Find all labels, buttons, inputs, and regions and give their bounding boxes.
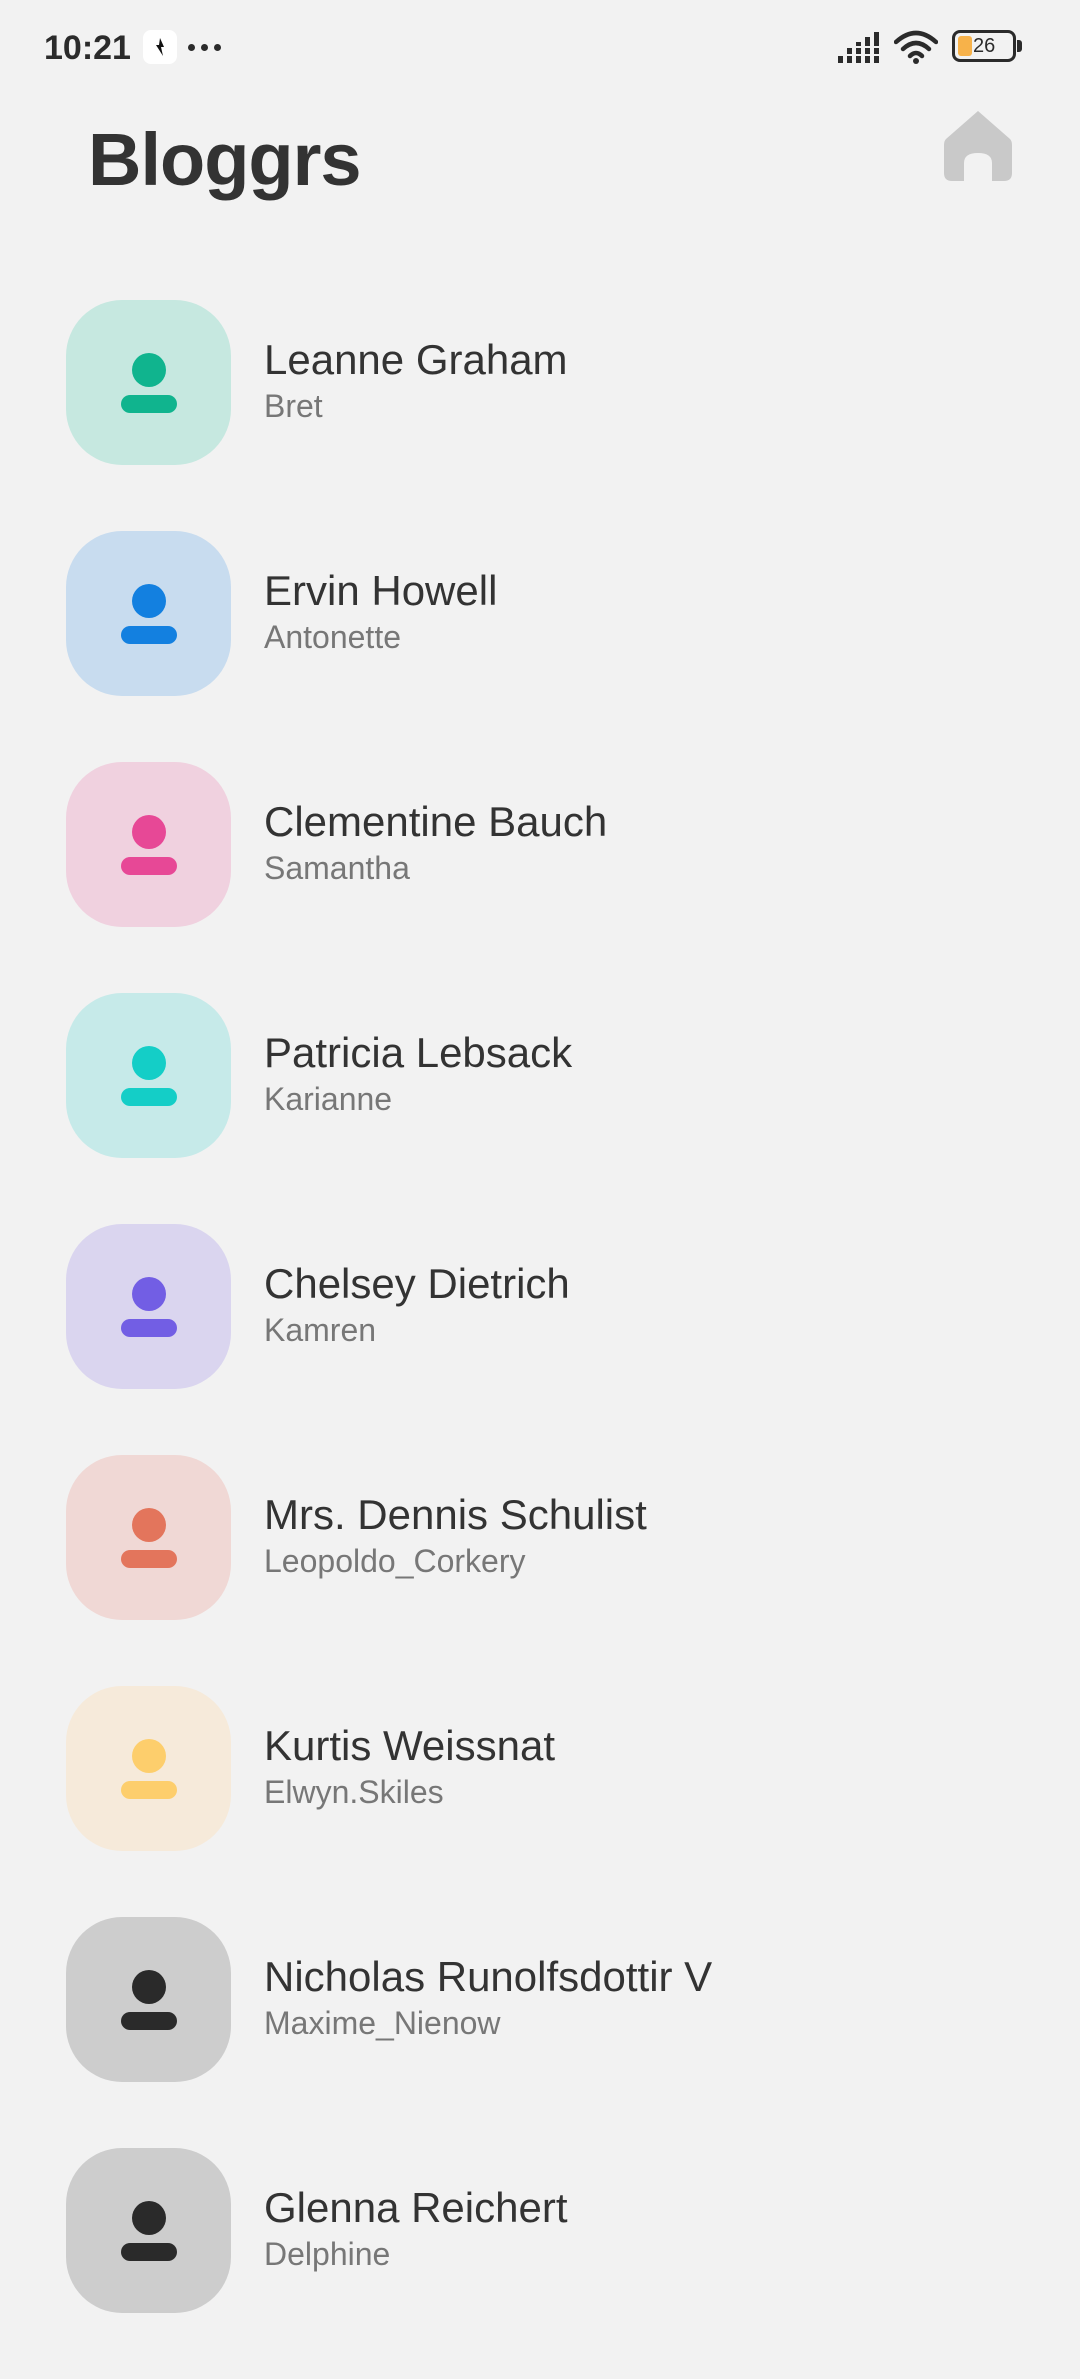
user-username: Maxime_Nienow (264, 2005, 501, 2041)
status-bar: 10:21 26 (0, 0, 1080, 96)
user-list-item[interactable]: Clementine Bauch Samantha (0, 762, 1080, 993)
user-name: Ervin Howell (264, 567, 498, 614)
user-name: Kurtis Weissnat (264, 1722, 555, 1769)
user-username: Delphine (264, 2236, 391, 2272)
person-icon (120, 1507, 177, 1568)
person-icon (120, 352, 177, 413)
status-time: 10:21 (44, 29, 131, 67)
person-icon (120, 1969, 177, 2030)
user-username: Bret (264, 388, 323, 424)
user-avatar[interactable] (66, 1917, 231, 2082)
user-username: Kamren (264, 1312, 377, 1348)
user-username: Elwyn.Skiles (264, 1774, 444, 1810)
person-icon (120, 583, 177, 644)
user-avatar[interactable] (66, 993, 231, 1158)
person-icon (120, 814, 177, 875)
user-username: Karianne (264, 1081, 393, 1117)
user-name: Mrs. Dennis Schulist (264, 1491, 647, 1538)
battery-icon: 26 (952, 30, 1022, 62)
user-name: Chelsey Dietrich (264, 1260, 570, 1307)
user-list-item[interactable]: Mrs. Dennis Schulist Leopoldo_Corkery (0, 1455, 1080, 1686)
person-icon (120, 1276, 177, 1337)
home-button[interactable] (936, 104, 1020, 188)
person-icon (120, 1045, 177, 1106)
app-notification-icon (143, 30, 177, 64)
user-list-item[interactable]: Kurtis Weissnat Elwyn.Skiles (0, 1686, 1080, 1917)
user-avatar[interactable] (66, 1686, 231, 1851)
battery-level: 26 (973, 35, 996, 57)
user-list-item[interactable]: Ervin Howell Antonette (0, 531, 1080, 762)
user-list: Leanne Graham Bret Ervin Howell Antonette Cl… (0, 300, 1080, 2379)
person-icon (120, 1738, 177, 1799)
more-dots-icon (188, 44, 221, 51)
user-avatar[interactable] (66, 300, 231, 465)
user-username: Antonette (264, 619, 401, 655)
user-list-item[interactable]: Glenna Reichert Delphine (0, 2148, 1080, 2379)
user-avatar[interactable] (66, 1455, 231, 1620)
user-avatar[interactable] (66, 2148, 231, 2313)
user-list-item[interactable]: Nicholas Runolfsdottir V Maxime_Nienow (0, 1917, 1080, 2148)
user-list-item[interactable]: Leanne Graham Bret (0, 300, 1080, 531)
user-name: Leanne Graham (264, 336, 568, 383)
user-name: Nicholas Runolfsdottir V (264, 1953, 713, 2000)
page-title: Bloggrs (88, 118, 362, 201)
user-avatar[interactable] (66, 1224, 231, 1389)
user-list-item[interactable]: Chelsey Dietrich Kamren (0, 1224, 1080, 1455)
user-name: Patricia Lebsack (264, 1029, 573, 1076)
wifi-icon (894, 30, 938, 64)
home-icon (944, 111, 1012, 181)
signal-icon (838, 32, 880, 63)
user-username: Samantha (264, 850, 410, 886)
user-list-item[interactable]: Patricia Lebsack Karianne (0, 993, 1080, 1224)
user-avatar[interactable] (66, 762, 231, 927)
user-username: Leopoldo_Corkery (264, 1543, 526, 1579)
person-icon (120, 2200, 177, 2261)
user-name: Glenna Reichert (264, 2184, 568, 2231)
user-avatar[interactable] (66, 531, 231, 696)
user-name: Clementine Bauch (264, 798, 608, 845)
